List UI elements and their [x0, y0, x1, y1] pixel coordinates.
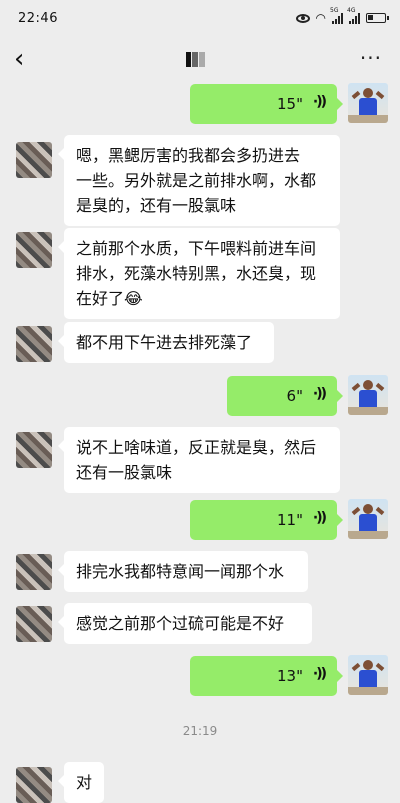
message-line: 在好了😂: [76, 289, 143, 308]
my-avatar[interactable]: [348, 655, 388, 695]
message-line: 嗯，黑鳃厉害的我都会多扔进去: [76, 146, 301, 165]
message-row: 说不上啥味道，反正就是臭，然后 还有一股氯味: [0, 427, 400, 493]
chat-header: ‹ ···: [0, 40, 400, 80]
chat-title-pixelated: [186, 52, 206, 67]
signal-5g-icon: 5G: [330, 7, 343, 24]
status-time: 22:46: [18, 11, 58, 26]
text-message[interactable]: 排完水我都特意闻一闻那个水: [58, 551, 308, 592]
message-row: 都不用下午进去排死藻了: [0, 322, 400, 364]
contact-avatar[interactable]: [16, 142, 52, 178]
contact-avatar[interactable]: [16, 326, 52, 362]
text-message[interactable]: 说不上啥味道，反正就是臭，然后 还有一股氯味: [58, 427, 340, 493]
more-options-button[interactable]: ···: [360, 46, 382, 70]
message-row: 13" ·)): [0, 654, 400, 696]
voice-wave-icon: ·)): [312, 666, 327, 682]
contact-avatar[interactable]: [16, 232, 52, 268]
message-line: 还有一股氯味: [76, 463, 173, 482]
message-row: 嗯，黑鳃厉害的我都会多扔进去 一些。另外就是之前排水啊，水都 是臭的，还有一股氯…: [0, 135, 400, 226]
voice-duration: 15": [277, 95, 303, 113]
message-line: 说不上啥味道，反正就是臭，然后: [76, 438, 317, 457]
signal-4g-icon: 4G: [347, 7, 360, 24]
message-row: 对: [0, 762, 400, 803]
message-line: 排完水我都特意闻一闻那个水: [76, 562, 285, 581]
message-line: 是臭的，还有一股氯味: [76, 196, 237, 215]
my-avatar[interactable]: [348, 499, 388, 539]
my-avatar[interactable]: [348, 375, 388, 415]
contact-avatar[interactable]: [16, 432, 52, 468]
voice-duration: 6": [286, 387, 303, 405]
wifi-icon: ◠: [315, 11, 326, 25]
text-message[interactable]: 嗯，黑鳃厉害的我都会多扔进去 一些。另外就是之前排水啊，水都 是臭的，还有一股氯…: [58, 135, 340, 226]
contact-avatar[interactable]: [16, 554, 52, 590]
text-message[interactable]: 之前那个水质，下午喂料前进车间 排水，死藻水特别黑，水还臭，现 在好了😂: [58, 228, 340, 319]
chat-timestamp: 21:19: [182, 724, 218, 738]
my-avatar[interactable]: [348, 83, 388, 123]
back-chevron-icon[interactable]: ‹: [14, 44, 24, 74]
contact-avatar[interactable]: [16, 767, 52, 803]
message-line: 之前那个水质，下午喂料前进车间: [76, 239, 317, 258]
voice-message[interactable]: 6" ·)): [227, 376, 343, 416]
voice-message[interactable]: 15" ·)): [190, 84, 343, 124]
message-row: 15" ·)): [0, 83, 400, 125]
text-message[interactable]: 都不用下午进去排死藻了: [58, 322, 274, 363]
voice-message[interactable]: 13" ·)): [190, 656, 343, 696]
status-bar: 22:46 ◠ 5G 4G: [0, 0, 400, 40]
contact-avatar[interactable]: [16, 606, 52, 642]
eye-comfort-icon: [295, 13, 310, 23]
message-line: 一些。另外就是之前排水啊，水都: [76, 171, 317, 190]
message-row: 11" ·)): [0, 498, 400, 540]
message-row: 之前那个水质，下午喂料前进车间 排水，死藻水特别黑，水还臭，现 在好了😂: [0, 228, 400, 319]
message-line: 对: [76, 773, 93, 792]
message-line: 感觉之前那个过硫可能是不好: [76, 614, 285, 633]
message-row: 6" ·)): [0, 374, 400, 416]
message-row: 排完水我都特意闻一闻那个水: [0, 551, 400, 593]
voice-wave-icon: ·)): [312, 510, 327, 526]
text-message[interactable]: 感觉之前那个过硫可能是不好: [58, 603, 312, 644]
voice-wave-icon: ·)): [312, 94, 327, 110]
voice-duration: 13": [277, 667, 303, 685]
voice-message[interactable]: 11" ·)): [190, 500, 343, 540]
message-line: 排水，死藻水特别黑，水还臭，现: [76, 264, 317, 283]
voice-duration: 11": [277, 511, 303, 529]
voice-wave-icon: ·)): [312, 386, 327, 402]
message-row: 感觉之前那个过硫可能是不好: [0, 603, 400, 645]
battery-icon: [366, 13, 389, 23]
message-line: 都不用下午进去排死藻了: [76, 333, 253, 352]
